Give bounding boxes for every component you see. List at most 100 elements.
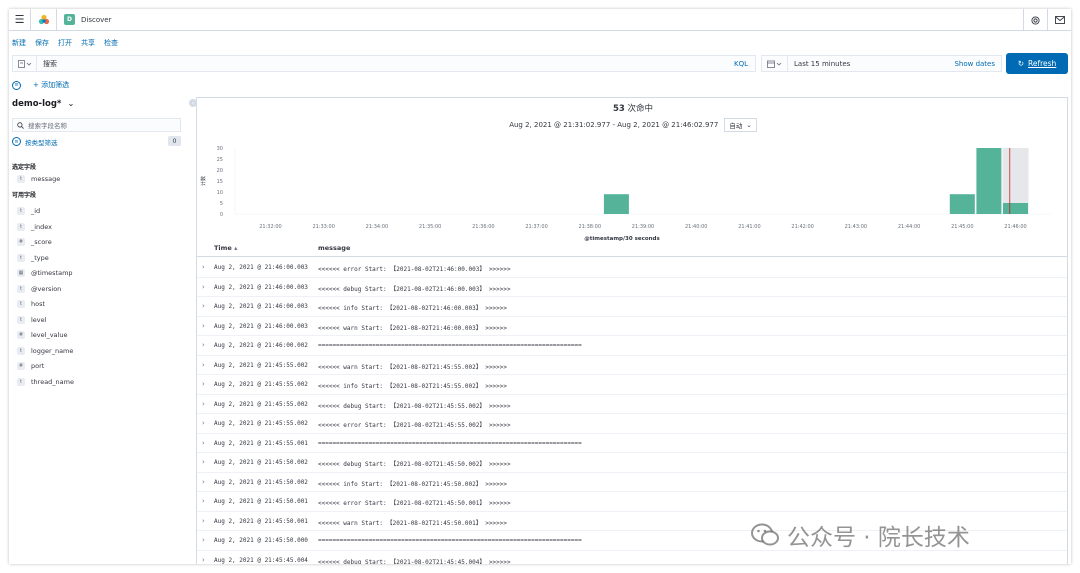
refresh-icon: ↻ bbox=[1017, 59, 1024, 68]
field-item[interactable]: # _score bbox=[17, 236, 52, 248]
row-message: <<<<<< debug Start: 【2021-08-02T21:45:50… bbox=[318, 461, 511, 468]
interval-value: 自动 bbox=[729, 122, 743, 130]
field-item[interactable]: # level_value bbox=[17, 329, 67, 341]
table-row: › Aug 2, 2021 @ 21:45:50.002 <<<<<< info S… bbox=[197, 473, 1067, 492]
expand-row-chevron-icon[interactable]: › bbox=[202, 458, 205, 466]
expand-row-chevron-icon[interactable]: › bbox=[202, 419, 205, 427]
expand-row-chevron-icon[interactable]: › bbox=[202, 556, 205, 564]
column-header-time[interactable]: Time ▴ bbox=[214, 244, 237, 252]
table-row: › Aug 2, 2021 @ 21:46:00.003 <<<<<< info S… bbox=[197, 297, 1067, 317]
field-item[interactable]: t _type bbox=[17, 252, 49, 264]
column-header-message[interactable]: message bbox=[318, 244, 350, 252]
field-item[interactable]: t @version bbox=[17, 283, 61, 295]
field-item[interactable]: ▦ @timestamp bbox=[17, 267, 73, 279]
string-type-icon: t bbox=[17, 207, 25, 215]
menu-inspect[interactable]: 检查 bbox=[104, 38, 118, 48]
field-item[interactable]: # port bbox=[17, 360, 44, 372]
interval-select[interactable]: 自动 ⌄ bbox=[724, 118, 757, 132]
row-time: Aug 2, 2021 @ 21:46:00.003 bbox=[214, 283, 308, 291]
app-window: ☰ D Discover 新建 保存 打开 共享 检查 搜索 KQL Last … bbox=[9, 9, 1071, 564]
field-name: logger_name bbox=[31, 346, 74, 355]
field-item[interactable]: t host bbox=[17, 298, 45, 310]
number-type-icon: # bbox=[17, 238, 25, 246]
expand-row-chevron-icon[interactable]: › bbox=[202, 263, 205, 271]
index-pattern-selector[interactable]: demo-log* ⌄ bbox=[12, 99, 74, 109]
saved-query-menu-button[interactable] bbox=[13, 56, 37, 71]
field-item[interactable]: t _id bbox=[17, 205, 40, 217]
calendar-quick-menu-icon[interactable] bbox=[762, 56, 788, 71]
table-row: › Aug 2, 2021 @ 21:46:00.003 <<<<<< debug … bbox=[197, 278, 1067, 297]
field-item[interactable]: t thread_name bbox=[17, 376, 74, 388]
expand-row-chevron-icon[interactable]: › bbox=[202, 517, 205, 525]
menu-open[interactable]: 打开 bbox=[58, 38, 72, 48]
expand-row-chevron-icon[interactable]: › bbox=[202, 400, 205, 408]
field-item[interactable]: t level bbox=[17, 314, 46, 326]
date-range-label: Aug 2, 2021 @ 21:31:02.977 - Aug 2, 2021… bbox=[509, 121, 719, 129]
field-item-message[interactable]: t message bbox=[17, 173, 60, 185]
expand-row-chevron-icon[interactable]: › bbox=[202, 322, 205, 330]
refresh-button[interactable]: ↻ Refresh bbox=[1006, 53, 1068, 74]
row-message: <<<<<< warn Start: 【2021-08-02T21:45:50.… bbox=[318, 519, 508, 527]
chevron-down-icon: ⌄ bbox=[746, 121, 752, 129]
string-type-icon: t bbox=[17, 315, 25, 324]
expand-row-chevron-icon[interactable]: › bbox=[202, 341, 205, 349]
search-input[interactable]: 搜索 bbox=[37, 59, 734, 69]
menu-new[interactable]: 新建 bbox=[12, 38, 26, 48]
row-time: Aug 2, 2021 @ 21:45:55.002 bbox=[214, 361, 308, 369]
field-item[interactable]: t _index bbox=[17, 221, 52, 233]
show-dates-link[interactable]: Show dates bbox=[954, 60, 1001, 68]
mail-icon[interactable] bbox=[1047, 9, 1071, 31]
breadcrumb: Discover bbox=[81, 15, 112, 24]
y-tick-label: 5 bbox=[220, 201, 223, 207]
y-axis-label: 计数 bbox=[200, 176, 207, 186]
row-time: Aug 2, 2021 @ 21:45:55.002 bbox=[214, 381, 308, 388]
filter-options-icon[interactable]: ≡ bbox=[12, 80, 21, 90]
expand-row-chevron-icon[interactable]: › bbox=[202, 439, 205, 447]
x-tick-label: 21:36:00 bbox=[472, 224, 494, 230]
x-tick-label: 21:44:00 bbox=[898, 224, 920, 230]
expand-row-chevron-icon[interactable]: › bbox=[202, 283, 205, 291]
row-message: ========================================… bbox=[318, 537, 582, 544]
row-message: <<<<<< warn Start: 【2021-08-02T21:46:00.… bbox=[318, 324, 508, 332]
field-name: @timestamp bbox=[31, 269, 73, 277]
table-row: › Aug 2, 2021 @ 21:45:55.002 <<<<<< debug … bbox=[197, 395, 1067, 414]
field-sidebar: demo-log* ⌄ ‹ 搜索字段名称 ≡ 按类型筛选 0 选定字段 t me… bbox=[12, 95, 197, 564]
query-bar: 搜索 KQL bbox=[12, 55, 756, 72]
filter-by-type-button[interactable]: ≡ 按类型筛选 0 bbox=[12, 136, 181, 147]
row-time: Aug 2, 2021 @ 21:45:50.002 bbox=[214, 459, 308, 466]
kql-toggle-button[interactable]: KQL bbox=[734, 60, 755, 68]
expand-row-chevron-icon[interactable]: › bbox=[202, 302, 205, 310]
expand-row-chevron-icon[interactable]: › bbox=[202, 478, 205, 486]
field-name: _score bbox=[31, 238, 52, 246]
number-type-icon: # bbox=[17, 331, 25, 339]
hamburger-menu-icon[interactable]: ☰ bbox=[9, 9, 31, 31]
expand-row-chevron-icon[interactable]: › bbox=[202, 380, 205, 388]
row-message: ========================================… bbox=[318, 439, 582, 447]
string-type-icon: t bbox=[17, 284, 25, 293]
string-type-icon: t bbox=[17, 253, 25, 262]
add-filter-button[interactable]: + 添加筛选 bbox=[33, 80, 69, 90]
expand-row-chevron-icon[interactable]: › bbox=[202, 361, 205, 369]
time-range-label[interactable]: Last 15 minutes bbox=[788, 60, 954, 68]
field-item[interactable]: t logger_name bbox=[17, 345, 73, 357]
row-message: <<<<<< warn Start: 【2021-08-02T21:45:55.… bbox=[318, 363, 508, 371]
time-picker: Last 15 minutes Show dates bbox=[761, 55, 1002, 72]
space-avatar[interactable]: D bbox=[64, 14, 75, 25]
field-search-input[interactable]: 搜索字段名称 bbox=[12, 118, 181, 132]
help-icon[interactable] bbox=[1023, 9, 1047, 31]
field-name: @version bbox=[31, 284, 62, 293]
filter-icon: ≡ bbox=[12, 137, 21, 146]
menu-share[interactable]: 共享 bbox=[81, 38, 95, 48]
table-row: › Aug 2, 2021 @ 21:45:55.002 <<<<<< error … bbox=[197, 414, 1067, 434]
y-tick-label: 10 bbox=[217, 190, 223, 196]
row-time: Aug 2, 2021 @ 21:45:50.002 bbox=[214, 478, 308, 486]
sort-icon: ▴ bbox=[234, 244, 238, 252]
expand-row-chevron-icon[interactable]: › bbox=[202, 536, 205, 544]
row-time: Aug 2, 2021 @ 21:45:55.001 bbox=[214, 439, 308, 447]
expand-row-chevron-icon[interactable]: › bbox=[202, 497, 205, 505]
kibana-logo-icon[interactable] bbox=[31, 9, 57, 31]
row-time: Aug 2, 2021 @ 21:45:55.002 bbox=[214, 400, 308, 408]
results-panel: 53 次命中 Aug 2, 2021 @ 21:31:02.977 - Aug … bbox=[196, 97, 1068, 564]
row-time: Aug 2, 2021 @ 21:45:55.002 bbox=[214, 420, 308, 427]
menu-save[interactable]: 保存 bbox=[35, 38, 49, 48]
